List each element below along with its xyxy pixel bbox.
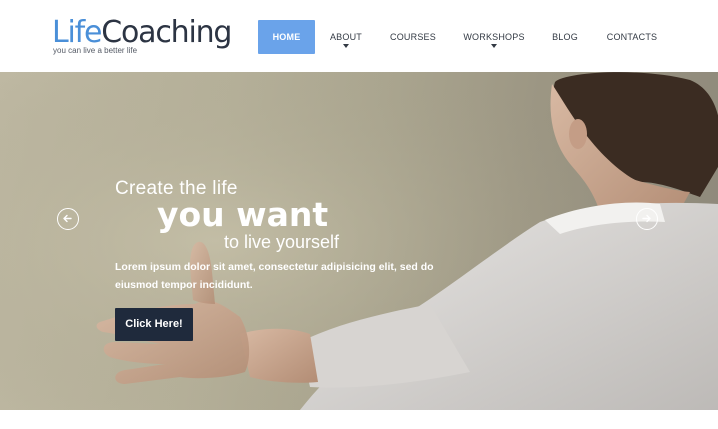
nav-item-workshops[interactable]: WORKSHOPS bbox=[460, 20, 528, 54]
slider-prev-button[interactable] bbox=[57, 208, 79, 230]
arrow-left-circle-icon bbox=[63, 214, 72, 223]
hero-background-image bbox=[0, 72, 718, 410]
logo[interactable]: LifeCoaching you can live a better life bbox=[52, 16, 242, 60]
nav-item-home[interactable]: HOME bbox=[258, 20, 315, 54]
logo-part-coaching: Coaching bbox=[101, 15, 232, 50]
logo-part-life: Life bbox=[52, 15, 102, 50]
nav-item-label: HOME bbox=[272, 32, 301, 42]
nav-item-contacts[interactable]: CONTACTS bbox=[600, 20, 664, 54]
hero-title-line2: you want bbox=[157, 195, 329, 234]
nav-item-label: CONTACTS bbox=[606, 32, 658, 42]
nav-item-label: WORKSHOPS bbox=[463, 32, 525, 42]
hero-slider: Create the life you want to live yoursel… bbox=[0, 72, 718, 410]
logo-tagline: you can live a better life bbox=[53, 46, 138, 55]
caret-down-icon bbox=[491, 44, 497, 48]
cta-label: Click Here! bbox=[125, 318, 183, 330]
site-header: LifeCoaching you can live a better life … bbox=[0, 0, 718, 72]
slider-next-button[interactable] bbox=[636, 208, 658, 230]
nav-item-label: BLOG bbox=[552, 32, 578, 42]
nav-item-label: ABOUT bbox=[329, 32, 362, 42]
click-here-button[interactable]: Click Here! bbox=[115, 308, 193, 341]
hero-title-line3: to live yourself bbox=[224, 232, 340, 252]
content-area-top bbox=[0, 410, 718, 429]
nav-item-about[interactable]: ABOUT bbox=[320, 20, 372, 54]
caret-down-icon bbox=[343, 44, 349, 48]
nav-item-blog[interactable]: BLOG bbox=[544, 20, 586, 54]
logo-wordmark: LifeCoaching bbox=[52, 15, 232, 50]
nav-item-courses[interactable]: COURSES bbox=[384, 20, 442, 54]
hero-description: Lorem ipsum dolor sit amet, consectetur … bbox=[115, 261, 434, 291]
arrow-right-circle-icon bbox=[642, 214, 651, 223]
nav-item-label: COURSES bbox=[390, 32, 436, 42]
